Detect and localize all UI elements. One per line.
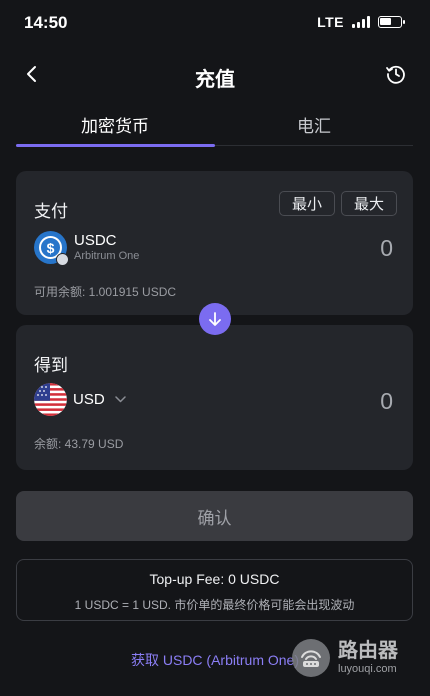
status-time: 14:50 [24, 13, 68, 32]
active-tab-indicator [16, 144, 215, 147]
swap-direction-button[interactable] [199, 303, 231, 335]
confirm-button[interactable]: 确认 [16, 491, 413, 541]
receive-amount: 0 [380, 388, 393, 414]
receive-card: 得到 USD 0 余额: 43.79 USD [16, 325, 413, 470]
arbitrum-badge-icon [56, 253, 69, 266]
get-usdc-link-text[interactable]: 获取 USDC (Arbitrum One) [131, 652, 299, 668]
watermark: 路由器 luyouqi.com [292, 633, 422, 683]
network-type: LTE [317, 14, 344, 30]
us-flag-icon [34, 383, 67, 416]
available-balance: 可用余额: 1.001915 USDC [34, 285, 177, 299]
pay-amount-input[interactable]: 0 [380, 235, 393, 262]
watermark-name: 路由器 [338, 640, 398, 662]
header: 充值 [0, 52, 430, 96]
receive-currency: USD [73, 391, 105, 408]
pay-label: 支付 [34, 202, 68, 221]
watermark-domain: luyouqi.com [338, 663, 397, 675]
tab-crypto[interactable]: 加密货币 [16, 112, 214, 137]
fee-title: Top-up Fee: 0 USDC [149, 571, 280, 587]
history-button[interactable] [380, 58, 412, 90]
tab-bar: 加密货币 电汇 [16, 104, 413, 147]
status-bar: 14:50 LTE [0, 0, 430, 44]
tab-wire-transfer[interactable]: 电汇 [215, 112, 413, 137]
usdc-icon: $ [34, 231, 69, 266]
max-button[interactable]: 最大 [341, 191, 397, 216]
router-logo-icon [292, 639, 330, 677]
fee-info-box: Top-up Fee: 0 USDC 1 USDC = 1 USD. 市价单的最… [16, 559, 413, 621]
status-indicators: LTE [317, 14, 405, 30]
receive-label: 得到 [34, 356, 68, 375]
pay-card: 支付 最小 最大 $ USDC Arbitrum One 0 可用余额: 1.0… [16, 171, 413, 315]
min-button[interactable]: 最小 [279, 191, 335, 216]
page-title: 充值 [195, 69, 235, 91]
chevron-down-icon [114, 396, 126, 403]
signal-icon [352, 16, 370, 28]
arrow-down-icon [209, 312, 221, 326]
battery-icon [378, 16, 405, 28]
fee-note: 1 USDC = 1 USD. 市价单的最终价格可能会出现波动 [74, 598, 355, 612]
receive-currency-selector[interactable]: USD [34, 383, 126, 416]
receive-balance: 余额: 43.79 USD [34, 437, 124, 451]
pay-token-selector[interactable]: $ USDC Arbitrum One [34, 231, 140, 266]
pay-token-symbol: USDC [74, 232, 117, 249]
battery-level [380, 18, 391, 25]
pay-token-network: Arbitrum One [74, 250, 140, 262]
history-icon [386, 65, 405, 84]
deposit-screen: 14:50 LTE 充值 加密货币 电汇 支付 最小 最大 $ USDC Arb… [0, 0, 430, 696]
